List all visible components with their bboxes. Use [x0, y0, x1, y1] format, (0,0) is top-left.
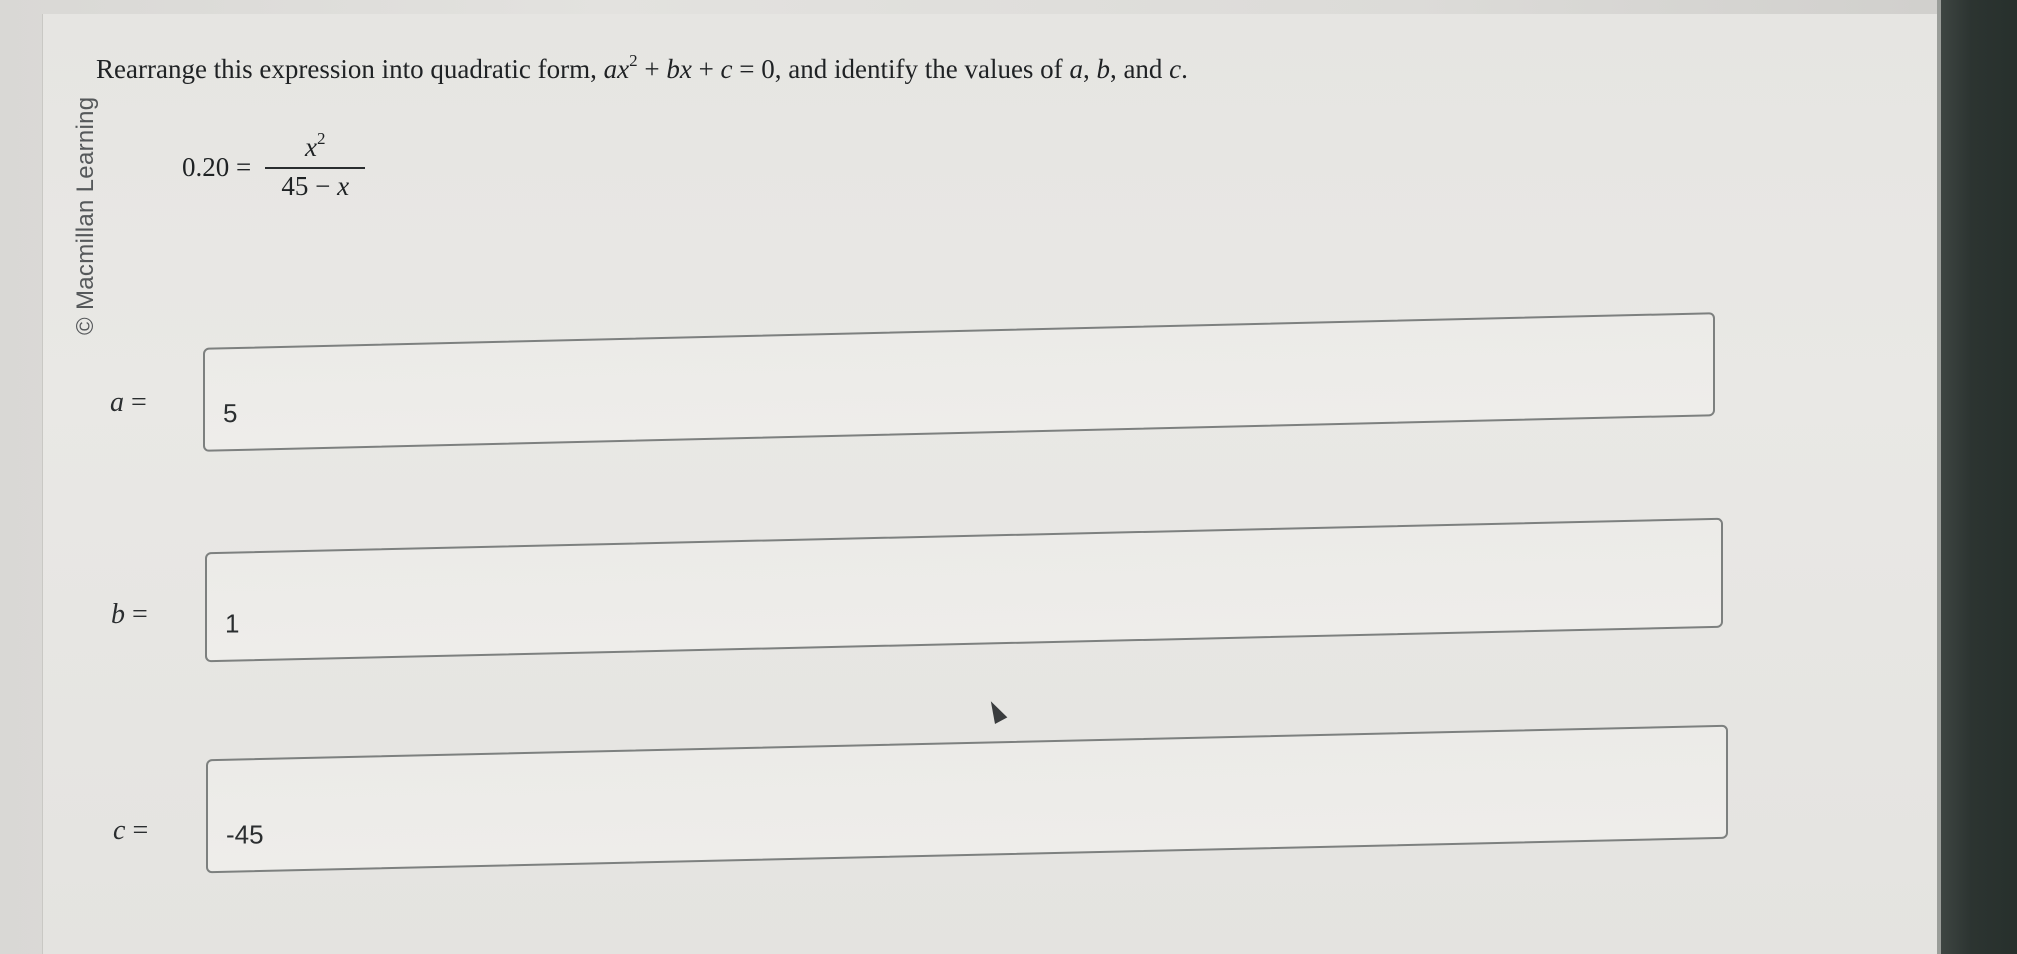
label-c: c =	[113, 815, 148, 847]
question-prefix: Rearrange this expression into quadratic…	[96, 54, 604, 84]
label-a-var: a	[110, 387, 124, 418]
answer-b-value: 1	[225, 608, 240, 639]
formula-exponent: 2	[629, 51, 638, 70]
denominator-variable: x	[337, 171, 350, 201]
fraction-numerator: x2	[297, 129, 333, 167]
formula-c: c	[720, 54, 733, 84]
answer-c-value: -45	[226, 819, 264, 850]
label-b-equals: =	[125, 599, 148, 630]
question-end: .	[1181, 54, 1188, 84]
given-equation: 0.20 = x2 45 − x	[182, 129, 366, 202]
var-a: a	[1069, 54, 1083, 84]
label-c-var: c	[113, 815, 126, 846]
monitor-bezel	[1941, 0, 2017, 954]
label-a-equals: =	[124, 387, 147, 418]
formula-bx: bx	[666, 54, 692, 84]
separator-1: ,	[1082, 54, 1097, 84]
label-c-equals: =	[125, 815, 149, 846]
formula-plus-1: +	[637, 54, 667, 84]
answer-a-value: 5	[223, 398, 238, 429]
equation-lhs: 0.20 =	[182, 151, 252, 182]
copyright-watermark: © Macmillan Learning	[72, 96, 99, 335]
var-c: c	[1169, 54, 1182, 84]
numerator-variable: x	[304, 132, 317, 162]
formula-plus-2: +	[691, 54, 721, 84]
label-b: b =	[111, 599, 148, 631]
question-text: Rearrange this expression into quadratic…	[96, 51, 1188, 85]
formula-equals-zero: = 0, and identify the values of	[732, 54, 1070, 84]
fraction-denominator: 45 − x	[281, 169, 349, 202]
equation-fraction: x2 45 − x	[265, 129, 366, 202]
numerator-exponent: 2	[316, 129, 326, 148]
separator-2: , and	[1109, 54, 1170, 84]
screen: © Macmillan Learning Rearrange this expr…	[0, 0, 2017, 954]
label-a: a =	[110, 387, 147, 419]
formula-ax: ax	[603, 54, 630, 84]
label-b-var: b	[111, 599, 125, 630]
var-b: b	[1096, 54, 1110, 84]
denominator-constant: 45 −	[281, 171, 338, 201]
